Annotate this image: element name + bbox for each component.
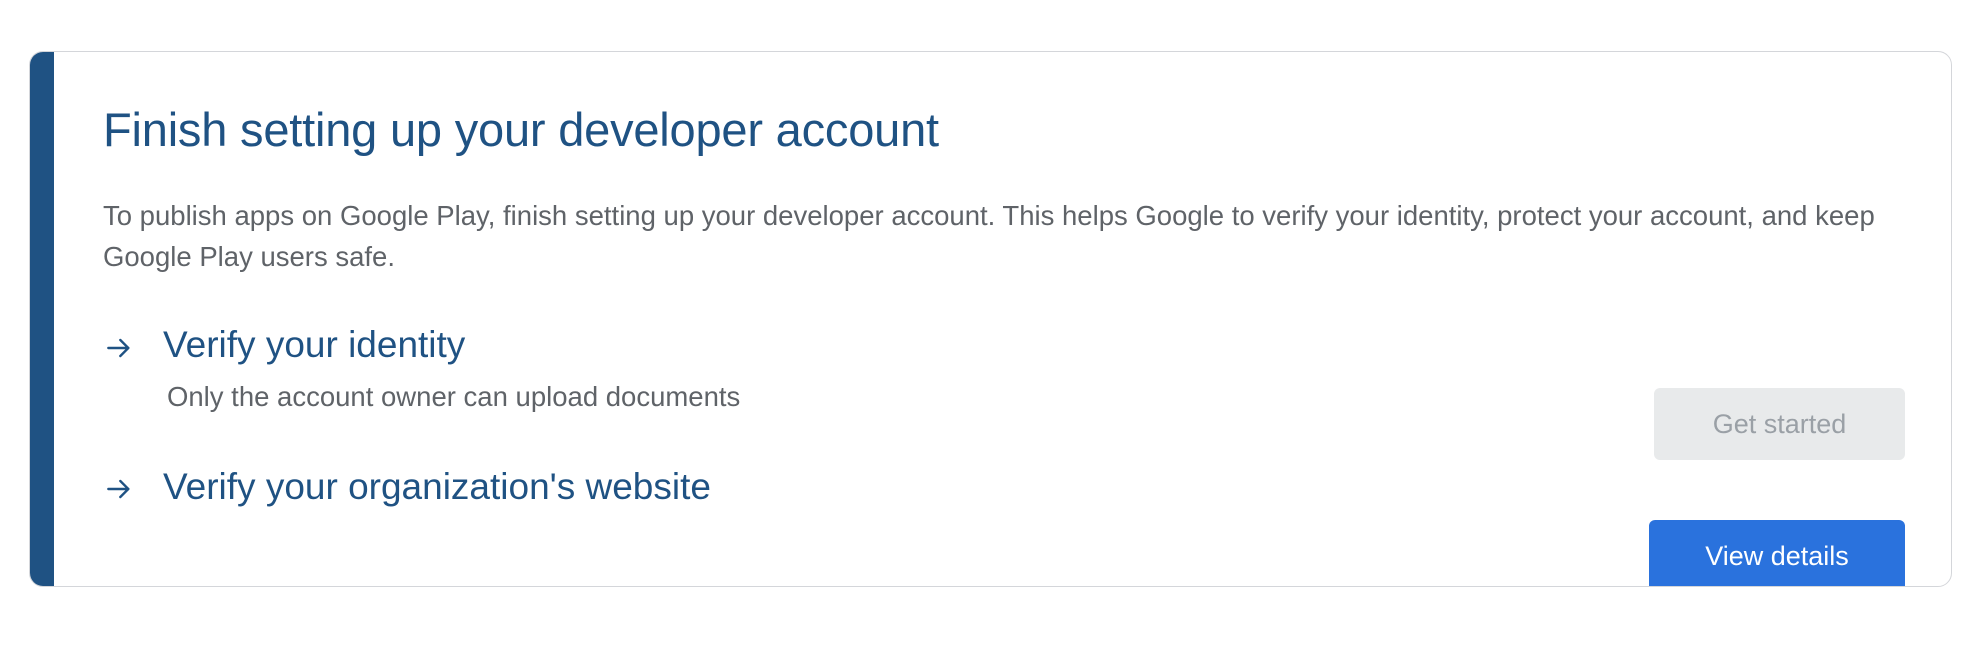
view-details-button[interactable]: View details	[1649, 520, 1905, 586]
card-title: Finish setting up your developer account	[103, 103, 939, 156]
step-title: Verify your organization's website	[163, 466, 711, 507]
setup-account-card: Finish setting up your developer account…	[29, 51, 1952, 587]
card-accent-bar	[30, 52, 54, 586]
arrow-right-icon	[107, 479, 130, 499]
step-verify-identity: Verify your identity Only the account ow…	[103, 324, 1905, 460]
arrow-right-icon	[107, 338, 130, 358]
step-verify-website: Verify your organization's website View …	[103, 466, 1905, 586]
get-started-button[interactable]: Get started	[1654, 388, 1905, 460]
card-description: To publish apps on Google Play, finish s…	[103, 200, 1875, 272]
step-subtitle: Only the account owner can upload docume…	[167, 381, 741, 412]
step-title: Verify your identity	[163, 324, 466, 365]
